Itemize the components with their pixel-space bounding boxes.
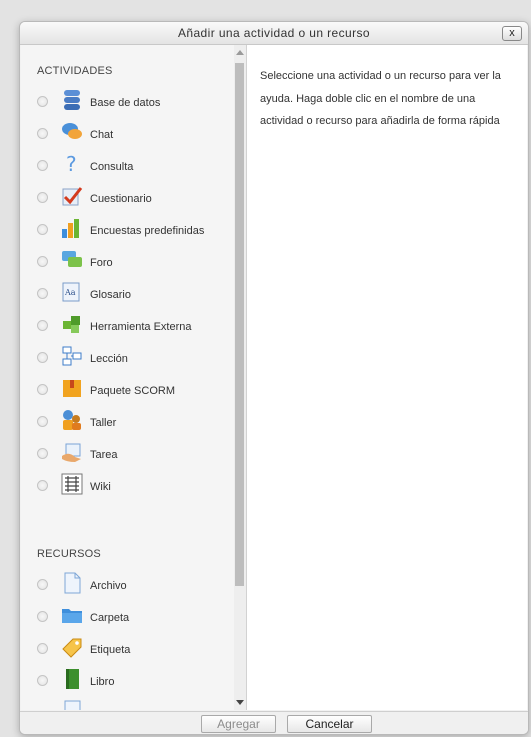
label-icon <box>62 638 82 658</box>
list-item-herramienta-externa[interactable]: Herramienta Externa <box>21 309 233 341</box>
radio-button[interactable] <box>37 480 48 491</box>
radio-button[interactable] <box>37 96 48 107</box>
scrollbar-thumb[interactable] <box>235 63 244 586</box>
list-item-leccion[interactable]: Lección <box>21 341 233 373</box>
item-label: Herramienta Externa <box>90 321 192 333</box>
close-button[interactable]: x <box>502 26 522 41</box>
item-label: Taller <box>90 417 117 429</box>
radio-button[interactable] <box>37 160 48 171</box>
radio-button[interactable] <box>37 384 48 395</box>
help-panel: Seleccione una actividad o un recurso pa… <box>247 45 527 710</box>
radio-button[interactable] <box>37 448 48 459</box>
glossary-icon: Aa <box>62 282 80 302</box>
dialog-title: Añadir una actividad o un recurso <box>178 26 370 40</box>
dialog-footer: Agregar Cancelar <box>20 711 528 734</box>
close-icon: x <box>509 27 515 39</box>
list-item-glosario[interactable]: Aa Glosario <box>21 277 233 309</box>
radio-button[interactable] <box>37 256 48 267</box>
list-item-libro[interactable]: Libro <box>21 664 233 696</box>
radio-button[interactable] <box>37 192 48 203</box>
workshop-icon <box>63 410 81 430</box>
svg-text:?: ? <box>66 153 77 175</box>
list-item-wiki[interactable]: Wiki <box>21 469 233 501</box>
list-item-etiqueta[interactable]: Etiqueta <box>21 632 233 664</box>
list-item-partial <box>21 696 233 710</box>
scroll-up-arrow-icon[interactable] <box>236 50 244 55</box>
help-text: Seleccione una actividad o un recurso pa… <box>260 70 501 127</box>
folder-icon <box>62 609 82 623</box>
list-item-encuestas-predefinidas[interactable]: Encuestas predefinidas <box>21 213 233 245</box>
assignment-icon <box>62 443 81 462</box>
page-icon <box>64 700 81 710</box>
item-label: Libro <box>90 676 115 688</box>
question-icon: ? <box>66 153 77 175</box>
item-label: Etiqueta <box>90 644 131 656</box>
forum-icon <box>62 251 82 267</box>
item-label: Chat <box>90 129 114 141</box>
chat-icon <box>62 123 82 139</box>
bar-chart-icon <box>62 219 79 238</box>
item-label: Lección <box>90 353 128 365</box>
list-item-foro[interactable]: Foro <box>21 245 233 277</box>
section-heading-activities: ACTIVIDADES <box>37 65 113 77</box>
radio-button[interactable] <box>37 352 48 363</box>
item-label: Carpeta <box>90 612 130 624</box>
add-activity-dialog: Añadir una actividad o un recurso x ACTI… <box>19 21 529 735</box>
list-item-archivo[interactable]: Archivo <box>21 568 233 600</box>
file-icon <box>64 572 81 594</box>
item-label: Wiki <box>90 481 111 493</box>
list-item-paquete-scorm[interactable]: Paquete SCORM <box>21 373 233 405</box>
wiki-icon <box>61 473 83 495</box>
item-label: Tarea <box>90 449 118 461</box>
puzzle-icon <box>63 316 80 333</box>
section-heading-resources: RECURSOS <box>37 548 101 560</box>
database-icon <box>64 90 80 110</box>
item-label: Glosario <box>90 289 131 301</box>
checkmark-icon <box>62 187 83 206</box>
list-item-consulta[interactable]: ? Consulta <box>21 149 233 181</box>
list-item-taller[interactable]: Taller <box>21 405 233 437</box>
radio-button[interactable] <box>37 675 48 686</box>
list-item-chat[interactable]: Chat <box>21 117 233 149</box>
list-item-carpeta[interactable]: Carpeta <box>21 600 233 632</box>
scroll-down-arrow-icon[interactable] <box>236 700 244 705</box>
item-label: Paquete SCORM <box>90 385 175 397</box>
radio-button[interactable] <box>37 643 48 654</box>
list-scrollbar[interactable] <box>234 45 247 710</box>
book-icon <box>66 669 79 689</box>
svg-text:Aa: Aa <box>64 288 76 297</box>
list-item-cuestionario[interactable]: Cuestionario <box>21 181 233 213</box>
list-item-tarea[interactable]: Tarea <box>21 437 233 469</box>
item-label: Consulta <box>90 161 134 173</box>
radio-button[interactable] <box>37 320 48 331</box>
package-icon <box>63 380 81 397</box>
radio-button[interactable] <box>37 288 48 299</box>
add-button[interactable]: Agregar <box>201 715 276 733</box>
item-label: Cuestionario <box>90 193 152 205</box>
radio-button[interactable] <box>37 128 48 139</box>
radio-button[interactable] <box>37 416 48 427</box>
radio-button[interactable] <box>37 224 48 235</box>
activity-list[interactable]: ACTIVIDADES Base de datos Chat ? Consult… <box>21 45 235 710</box>
item-label: Base de datos <box>90 97 161 109</box>
list-item-base-de-datos[interactable]: Base de datos <box>21 85 233 117</box>
item-label: Foro <box>90 257 113 269</box>
item-label: Archivo <box>90 580 127 592</box>
cancel-button[interactable]: Cancelar <box>287 715 372 733</box>
dialog-titlebar: Añadir una actividad o un recurso x <box>20 22 528 45</box>
lesson-icon <box>62 346 82 366</box>
radio-button[interactable] <box>37 579 48 590</box>
item-label: Encuestas predefinidas <box>90 225 205 237</box>
radio-button[interactable] <box>37 611 48 622</box>
